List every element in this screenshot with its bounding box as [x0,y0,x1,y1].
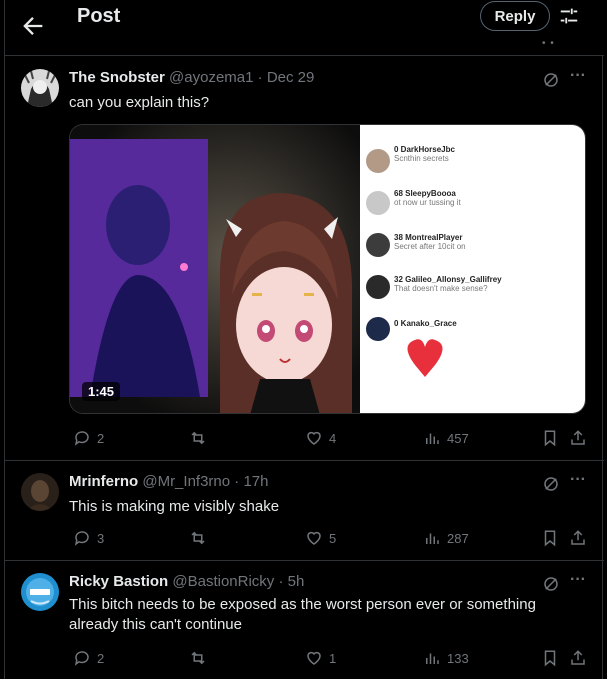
grok-icon[interactable] [542,475,560,493]
more-icon[interactable]: ··· [568,571,588,591]
like-action[interactable]: 4 [305,429,336,447]
like-icon [307,431,321,445]
chat-message: 68 SleepyBoooa ot now ur tussing it [394,189,461,207]
reply-icon [74,531,89,546]
views-icon [426,533,439,544]
author-handle[interactable]: @Mr_Inf3rno [142,473,230,490]
share-action[interactable] [569,429,587,447]
grok-icon[interactable] [542,575,560,593]
like-action[interactable]: 5 [305,529,336,547]
like-count: 5 [329,530,337,546]
post-meta: The Snobster @ayozema1 · Dec 29 [69,69,314,87]
more-dots: • • [542,38,555,49]
post-actions: 2 1 133 [69,649,589,669]
views-icon [426,433,439,444]
author-name[interactable]: Mrinferno [69,473,138,490]
repost-icon [191,431,205,445]
reply-action[interactable]: 3 [73,529,104,547]
bookmark-action[interactable] [541,429,559,447]
author-name[interactable]: The Snobster [69,69,165,86]
repost-action[interactable] [189,649,213,667]
share-icon [571,650,585,665]
post-meta: Ricky Bastion @BastionRicky · 5h [69,573,304,591]
author-handle[interactable]: @ayozema1 [169,69,253,86]
more-icon[interactable]: ··· [568,67,588,87]
author-name[interactable]: Ricky Bastion [69,573,168,590]
grok-icon[interactable] [542,71,560,89]
avatar[interactable] [21,69,59,107]
views-count: 287 [447,530,469,546]
bookmark-icon [544,650,556,667]
bookmark-action[interactable] [541,529,559,547]
like-icon [307,651,321,665]
reply-icon [74,651,89,666]
like-count: 1 [329,650,337,666]
like-count: 4 [329,430,337,446]
like-action[interactable]: 1 [305,649,336,667]
reply-post[interactable]: Ricky Bastion @BastionRicky · 5h ··· Thi… [5,561,604,679]
reply-count: 2 [97,650,105,666]
avatar[interactable] [21,473,59,511]
more-icon[interactable]: ··· [568,471,588,491]
bookmark-icon [544,430,556,447]
post-text: This bitch needs to be exposed as the wo… [69,596,536,633]
post-text: can you explain this? [69,94,210,111]
share-icon [571,430,585,445]
views-count: 133 [447,650,469,666]
chat-avatar [366,149,390,173]
views-action[interactable]: 457 [423,429,469,447]
avatar[interactable] [21,573,59,611]
reply-button[interactable]: Reply [480,1,550,31]
reply-icon [74,431,89,446]
post-actions: 2 4 457 [69,429,589,449]
filter-icon[interactable] [558,5,580,27]
post-text: This is making me visibly shake [69,498,280,515]
post-main[interactable]: The Snobster @ayozema1 · Dec 29 ··· can … [5,57,604,461]
views-action[interactable]: 287 [423,529,469,547]
post-meta: Mrinferno @Mr_Inf3rno · 17h [69,473,268,491]
like-icon [307,531,321,545]
share-icon [571,530,585,545]
bookmark-icon [544,530,556,547]
chat-message: 0 Kanako_Grace [394,319,457,328]
header: Post Reply • • [5,0,604,56]
views-action[interactable]: 133 [423,649,469,667]
repost-icon [191,531,205,545]
reply-action[interactable]: 2 [73,429,104,447]
reply-count: 3 [97,530,105,546]
chat-avatar [366,233,390,257]
repost-icon [191,651,205,665]
post-time[interactable]: Dec 29 [267,69,315,86]
views-count: 457 [447,430,469,446]
reply-count: 2 [97,430,105,446]
post-actions: 3 5 287 [69,529,589,549]
bookmark-action[interactable] [541,649,559,667]
chat-message: 38 MontrealPlayer Secret after 10cit on [394,233,466,251]
repost-action[interactable] [189,429,213,447]
chat-panel: 0 DarkHorseJbc Scnthin secrets 68 Sleepy… [360,125,585,413]
reply-action[interactable]: 2 [73,649,104,667]
chat-avatar [366,275,390,299]
timeline-column: Post Reply • • The Snobster @ayozema1 · … [4,0,604,679]
video-thumbnail[interactable]: 0 DarkHorseJbc Scnthin secrets 68 Sleepy… [69,124,586,414]
chat-avatar [366,191,390,215]
separator: · [234,473,240,490]
share-action[interactable] [569,649,587,667]
repost-action[interactable] [189,529,213,547]
views-icon [426,653,439,664]
separator: · [278,573,284,590]
reply-post[interactable]: Mrinferno @Mr_Inf3rno · 17h ··· This is … [5,461,604,561]
chat-message: 32 Galileo_Allonsy_Gallifrey That doesn'… [394,275,502,293]
separator: · [257,69,263,86]
chat-message: 0 DarkHorseJbc Scnthin secrets [394,145,455,163]
post-time[interactable]: 17h [243,473,268,490]
page-title: Post [77,5,121,27]
video-duration: 1:45 [82,382,121,401]
back-arrow-icon[interactable] [19,12,47,40]
author-handle[interactable]: @BastionRicky [172,573,274,590]
post-time[interactable]: 5h [288,573,305,590]
chat-avatar [366,317,390,341]
share-action[interactable] [569,529,587,547]
